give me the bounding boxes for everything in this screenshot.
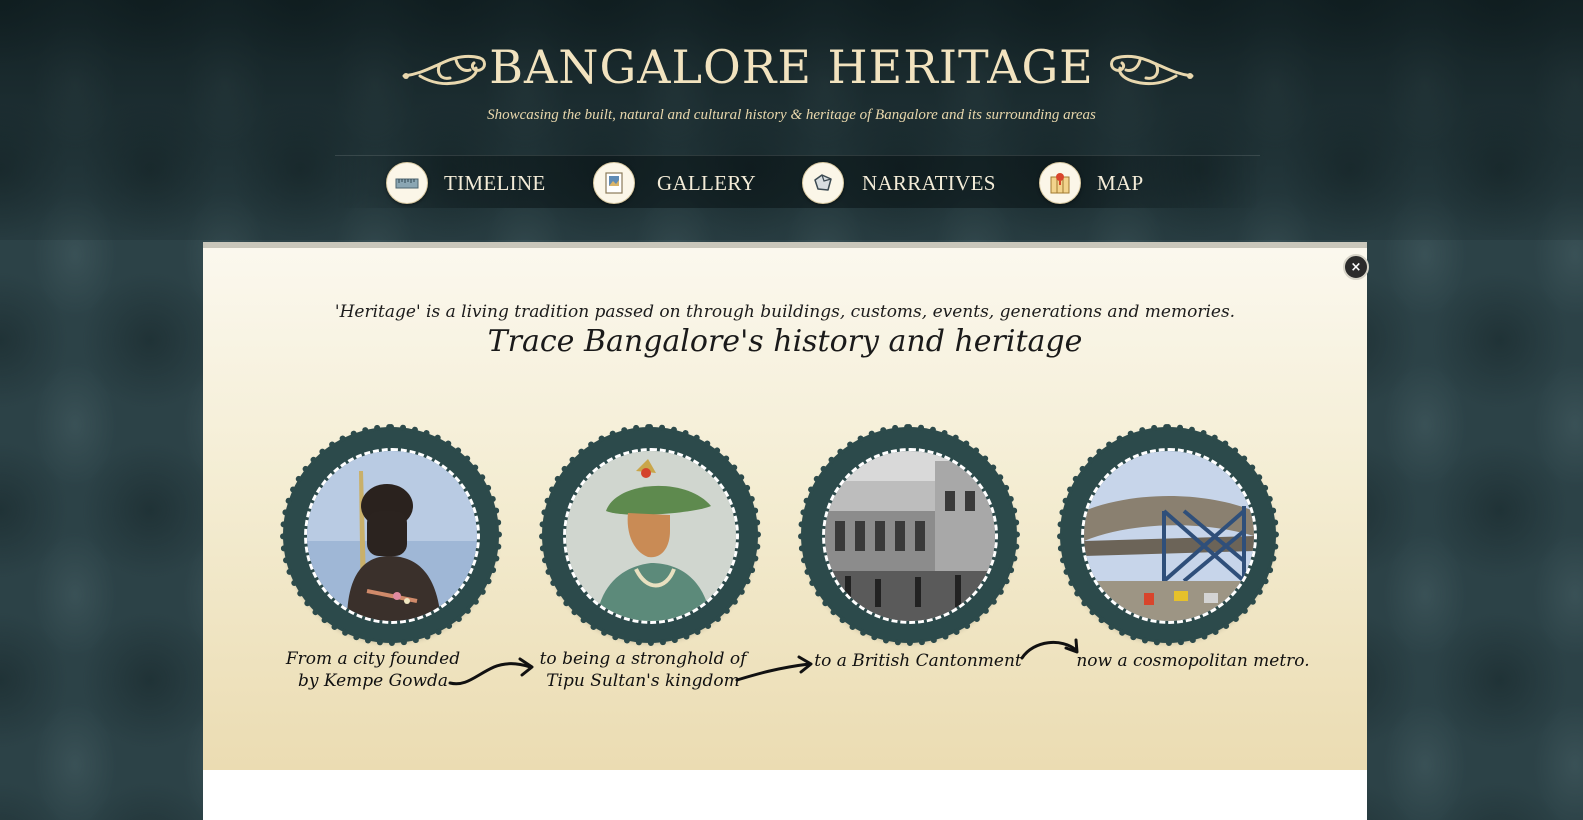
british-cantonment-building-image bbox=[822, 448, 998, 624]
arrow-icon bbox=[448, 657, 534, 686]
caption-line: by Kempe Gowda bbox=[297, 671, 449, 691]
intro-tagline: 'Heritage' is a living tradition passed … bbox=[334, 302, 1236, 322]
nav-item-timeline[interactable]: TIMELINE bbox=[386, 162, 546, 204]
era-british-cantonment[interactable] bbox=[798, 424, 1020, 646]
arrow-icon bbox=[1020, 638, 1079, 660]
era-caption-british-cantonment: to a British Cantonment bbox=[808, 650, 1028, 672]
era-caption-cosmopolitan-metro: now a cosmopolitan metro. bbox=[1073, 650, 1313, 672]
kempe-gowda-statue-image bbox=[304, 448, 480, 624]
metro-bridge-image bbox=[1081, 448, 1257, 624]
nav-label-narratives: NARRATIVES bbox=[862, 170, 996, 195]
tipu-sultan-portrait-image bbox=[563, 448, 739, 624]
nav-label-map: MAP bbox=[1097, 170, 1144, 195]
nav-label-timeline: TIMELINE bbox=[444, 170, 546, 195]
intro-heading: Trace Bangalore's history and heritage bbox=[487, 324, 1083, 359]
nav-label-gallery: GALLERY bbox=[657, 170, 756, 195]
ruler-icon bbox=[386, 162, 428, 204]
scroll-icon bbox=[802, 162, 844, 204]
caption-line: Tipu Sultan's kingdom bbox=[546, 671, 740, 691]
era-cosmopolitan-metro[interactable] bbox=[1057, 424, 1279, 646]
caption-line: From a city founded bbox=[285, 649, 461, 669]
era-caption-tipu-sultan: to being a stronghold of Tipu Sultan's k… bbox=[533, 648, 753, 692]
caption-line: now a cosmopolitan metro. bbox=[1076, 651, 1310, 671]
era-caption-kempe-gowda: From a city founded by Kempe Gowda bbox=[273, 648, 473, 692]
era-kempe-gowda[interactable] bbox=[280, 424, 502, 646]
era-tipu-sultan[interactable] bbox=[539, 424, 761, 646]
site-tagline: Showcasing the built, natural and cultur… bbox=[487, 107, 1096, 123]
site-title[interactable]: BANGALORE HERITAGE bbox=[0, 40, 1583, 94]
close-button[interactable]: × bbox=[1343, 254, 1369, 280]
map-pin-icon bbox=[1039, 162, 1081, 204]
intro-panel-body: × 'Heritage' is a living tradition passe… bbox=[203, 248, 1369, 770]
nav-item-map[interactable]: MAP bbox=[1039, 162, 1143, 204]
right-flourish-ornament bbox=[1110, 54, 1194, 86]
intro-panel: × 'Heritage' is a living tradition passe… bbox=[203, 242, 1369, 820]
photo-icon bbox=[593, 162, 635, 204]
nav-item-gallery[interactable]: GALLERY bbox=[593, 162, 756, 204]
caption-line: to a British Cantonment bbox=[814, 651, 1022, 671]
arrow-icon bbox=[735, 655, 813, 682]
nav-item-narratives[interactable]: NARRATIVES bbox=[802, 162, 996, 204]
caption-line: to being a stronghold of bbox=[539, 649, 747, 669]
